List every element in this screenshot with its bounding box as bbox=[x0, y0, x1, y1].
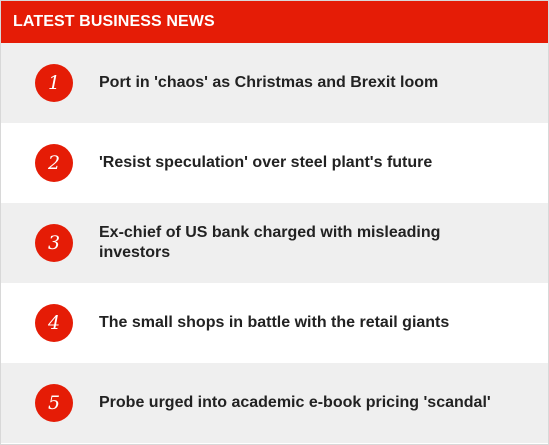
widget-title: LATEST BUSINESS NEWS bbox=[1, 1, 548, 43]
news-headline: Probe urged into academic e-book pricing… bbox=[99, 394, 491, 411]
rank-badge: 2 bbox=[35, 144, 73, 182]
rank-badge: 3 bbox=[35, 224, 73, 262]
news-headline: 'Resist speculation' over steel plant's … bbox=[99, 154, 433, 171]
news-item-4[interactable]: 4 The small shops in battle with the ret… bbox=[1, 283, 548, 363]
rank-badge: 1 bbox=[35, 64, 73, 102]
news-item-3[interactable]: 3 Ex-chief of US bank charged with misle… bbox=[1, 203, 548, 283]
rank-badge: 5 bbox=[35, 384, 73, 422]
news-item-2[interactable]: 2 'Resist speculation' over steel plant'… bbox=[1, 123, 548, 203]
rank-badge: 4 bbox=[35, 304, 73, 342]
news-headline: Port in 'chaos' as Christmas and Brexit … bbox=[99, 74, 439, 91]
news-list: 1 Port in 'chaos' as Christmas and Brexi… bbox=[1, 43, 548, 443]
news-headline: Ex-chief of US bank charged with mislead… bbox=[99, 224, 441, 261]
news-headline: The small shops in battle with the retai… bbox=[99, 314, 450, 331]
news-item-5[interactable]: 5 Probe urged into academic e-book prici… bbox=[1, 363, 548, 443]
latest-business-news-widget: LATEST BUSINESS NEWS 1 Port in 'chaos' a… bbox=[0, 0, 549, 445]
news-item-1[interactable]: 1 Port in 'chaos' as Christmas and Brexi… bbox=[1, 43, 548, 123]
